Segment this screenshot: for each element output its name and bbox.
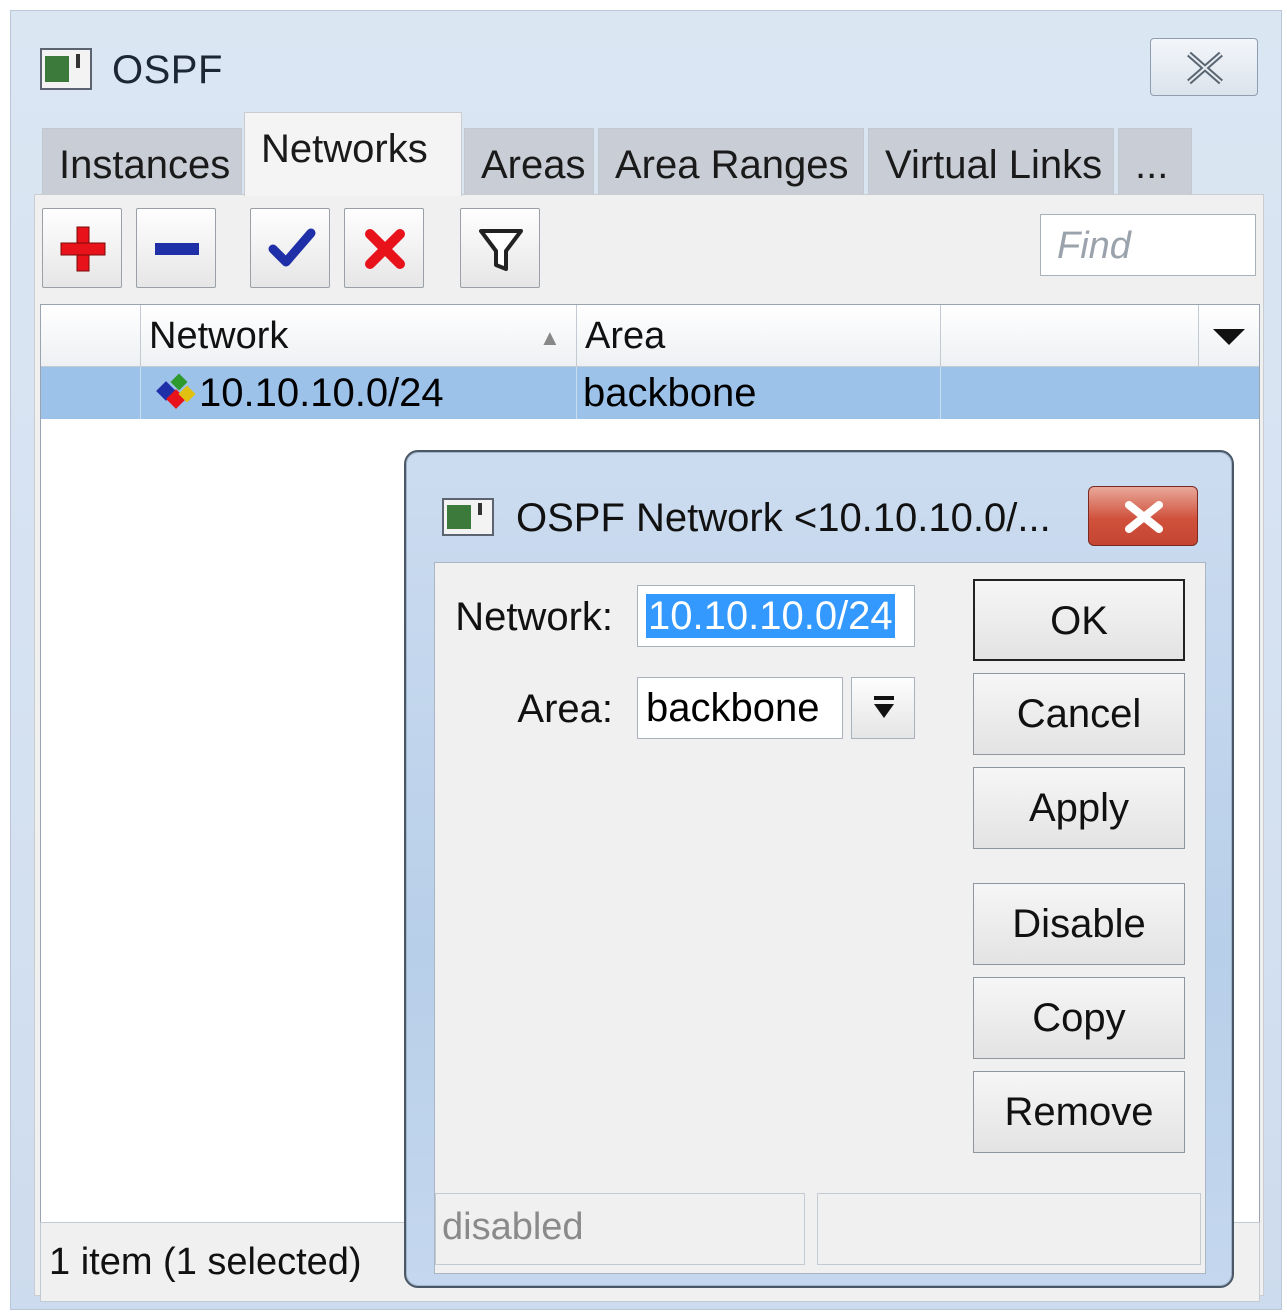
- remove-button[interactable]: [136, 208, 216, 288]
- table-header: Network ▲ Area: [41, 305, 1259, 367]
- filter-button[interactable]: [460, 208, 540, 288]
- minus-icon: [155, 243, 199, 255]
- check-icon: [268, 228, 316, 267]
- status-text: 1 item (1 selected): [49, 1241, 362, 1283]
- disable-button[interactable]: [344, 208, 424, 288]
- column-header-flags[interactable]: [41, 305, 141, 367]
- dialog-title: OSPF Network <10.10.10.0/...: [516, 496, 1051, 540]
- table-row[interactable]: 10.10.10.0/24 backbone: [41, 367, 1259, 419]
- column-header-extra[interactable]: [941, 305, 1199, 367]
- dialog-status-left: disabled: [435, 1193, 805, 1265]
- window-close-button[interactable]: [1150, 38, 1258, 96]
- column-header-network[interactable]: Network ▲: [141, 305, 577, 367]
- area-dropdown-button[interactable]: [851, 677, 915, 739]
- plus-icon: [60, 226, 106, 272]
- window-app-icon: [442, 498, 494, 536]
- add-button[interactable]: [42, 208, 122, 288]
- apply-button[interactable]: Apply: [973, 767, 1185, 849]
- ok-button[interactable]: OK: [973, 579, 1185, 661]
- window-title: OSPF: [112, 48, 223, 92]
- tab-areas[interactable]: Areas: [464, 128, 594, 198]
- ospf-network-icon: [156, 373, 196, 409]
- window-app-icon: [40, 48, 92, 90]
- copy-button[interactable]: Copy: [973, 977, 1185, 1059]
- close-icon: [1125, 501, 1163, 533]
- sort-ascending-icon: ▲: [539, 325, 561, 350]
- row-area-cell: backbone: [577, 367, 941, 419]
- dropdown-triangle-icon: [1213, 329, 1245, 345]
- area-label: Area:: [517, 687, 613, 731]
- row-extra-cell: [941, 367, 1259, 419]
- disable-button[interactable]: Disable: [973, 883, 1185, 965]
- row-flags-cell: [41, 367, 141, 419]
- find-input[interactable]: Find: [1040, 214, 1256, 276]
- tab-virtual-links[interactable]: Virtual Links: [868, 128, 1114, 198]
- area-field[interactable]: backbone: [637, 677, 843, 739]
- dialog-body: Network: 10.10.10.0/24 Area: backbone OK…: [434, 562, 1206, 1274]
- network-label: Network:: [455, 595, 613, 639]
- tab-instances[interactable]: Instances: [42, 128, 242, 198]
- enable-button[interactable]: [250, 208, 330, 288]
- row-network-cell: 10.10.10.0/24: [141, 367, 577, 419]
- tab-area-ranges[interactable]: Area Ranges: [598, 128, 864, 198]
- remove-button[interactable]: Remove: [973, 1071, 1185, 1153]
- tab-networks[interactable]: Networks: [244, 112, 462, 196]
- network-field[interactable]: 10.10.10.0/24: [637, 585, 915, 647]
- filter-icon: [479, 229, 523, 271]
- dialog-close-button[interactable]: [1088, 486, 1198, 546]
- tab-more[interactable]: ...: [1118, 128, 1192, 198]
- column-header-area[interactable]: Area: [577, 305, 941, 367]
- cancel-button[interactable]: Cancel: [973, 673, 1185, 755]
- ospf-network-dialog: OSPF Network <10.10.10.0/... Network: 10…: [404, 450, 1234, 1288]
- dropdown-arrow-icon: [874, 696, 894, 718]
- x-icon: [365, 229, 405, 269]
- dialog-status-right: [817, 1193, 1201, 1265]
- close-icon: [1187, 51, 1223, 85]
- column-menu-button[interactable]: [1199, 305, 1259, 367]
